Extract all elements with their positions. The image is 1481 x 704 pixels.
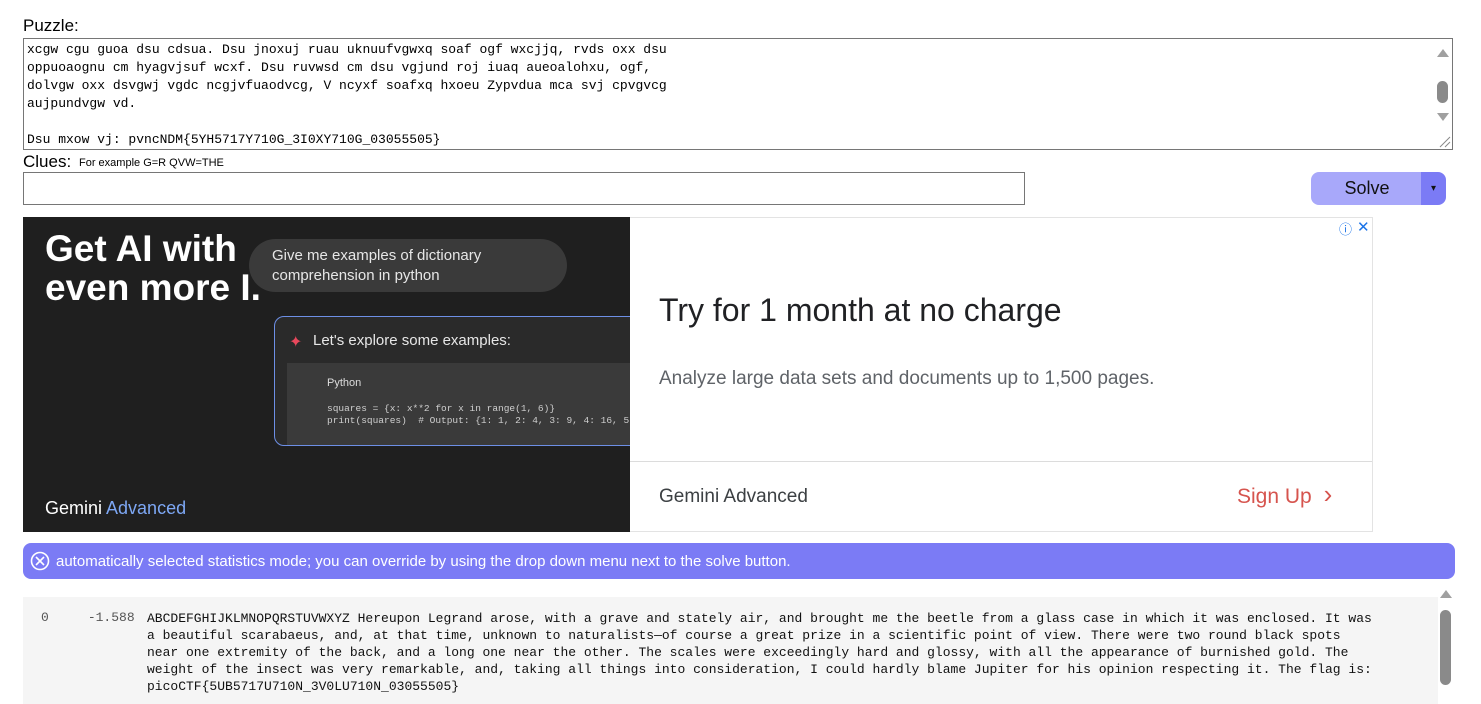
ad-close-icon[interactable]: ✕: [1357, 218, 1370, 236]
notice-text: automatically selected statistics mode; …: [56, 553, 791, 570]
ad-code-block: Python squares = {x: x**2 for x in range…: [287, 363, 630, 445]
close-circle-icon[interactable]: [30, 551, 50, 571]
ad-text-panel[interactable]: Try for 1 month at no charge Analyze lar…: [630, 217, 1373, 532]
clues-hint: For example G=R QVW=THE: [79, 157, 224, 169]
puzzle-label: Puzzle:: [23, 16, 79, 35]
ad-headline: Get AI with even more I.: [45, 228, 261, 308]
ad-code-language: Python: [327, 377, 362, 389]
ad-brand-main: Gemini: [45, 498, 103, 518]
results-list: 0 -1.588 ABCDEFGHIJKLMNOPQRSTUVWXYZ Here…: [23, 597, 1438, 704]
result-score: -1.588: [87, 610, 135, 625]
ad-banner[interactable]: Get AI with even more I. Give me example…: [23, 217, 1373, 532]
ad-brand-accent: Advanced: [106, 498, 187, 518]
resize-grip-icon[interactable]: [1437, 136, 1451, 148]
sign-up-link[interactable]: Sign Up ›: [1237, 481, 1332, 509]
scroll-thumb[interactable]: [1440, 610, 1451, 685]
ad-brand: Gemini Advanced: [45, 498, 186, 519]
scroll-down-icon[interactable]: [1437, 113, 1449, 121]
clues-input[interactable]: [23, 172, 1025, 205]
ad-divider: [630, 461, 1372, 462]
ad-footer-brand: Gemini Advanced: [659, 486, 808, 507]
mode-notice: automatically selected statistics mode; …: [23, 543, 1455, 579]
solve-button[interactable]: Solve: [1311, 172, 1423, 205]
result-rank-score: 0 -1.588: [41, 610, 135, 625]
ad-code-line: print(squares) # Output: {1: 1, 2: 4, 3:…: [327, 415, 630, 426]
ad-code-line: squares = {x: x**2 for x in range(1, 6)}: [327, 403, 556, 414]
result-rank: 0: [41, 610, 49, 625]
result-text: ABCDEFGHIJKLMNOPQRSTUVWXYZ Hereupon Legr…: [147, 611, 1372, 694]
sign-up-label: Sign Up: [1237, 485, 1312, 508]
scroll-up-icon[interactable]: [1437, 49, 1449, 57]
chevron-right-icon: ›: [1323, 479, 1333, 509]
ad-image-panel[interactable]: Get AI with even more I. Give me example…: [23, 217, 630, 532]
ad-response-card: ✦ Let's explore some examples: Python sq…: [274, 316, 630, 446]
results-scrollbar[interactable]: [1438, 588, 1454, 704]
puzzle-scrollbar[interactable]: [1434, 39, 1452, 149]
ad-response-text: Let's explore some examples:: [313, 332, 511, 349]
puzzle-textarea[interactable]: xcgw cgu guoa dsu cdsua. Dsu jnoxuj ruau…: [23, 38, 1453, 150]
sparkle-icon: ✦: [289, 334, 303, 351]
scroll-thumb[interactable]: [1437, 81, 1448, 103]
clues-label: Clues:: [23, 152, 72, 171]
chevron-down-icon: ▾: [1430, 183, 1437, 194]
ad-description: Analyze large data sets and documents up…: [659, 368, 1155, 389]
ad-info-icon[interactable]: ⓘ: [1339, 219, 1352, 238]
ad-title[interactable]: Try for 1 month at no charge: [659, 292, 1062, 329]
puzzle-text: xcgw cgu guoa dsu cdsua. Dsu jnoxuj ruau…: [27, 42, 667, 147]
solve-mode-dropdown[interactable]: ▾: [1421, 172, 1446, 205]
ad-prompt-bubble: Give me examples of dictionary comprehen…: [249, 239, 567, 292]
scroll-up-icon[interactable]: [1440, 590, 1452, 598]
